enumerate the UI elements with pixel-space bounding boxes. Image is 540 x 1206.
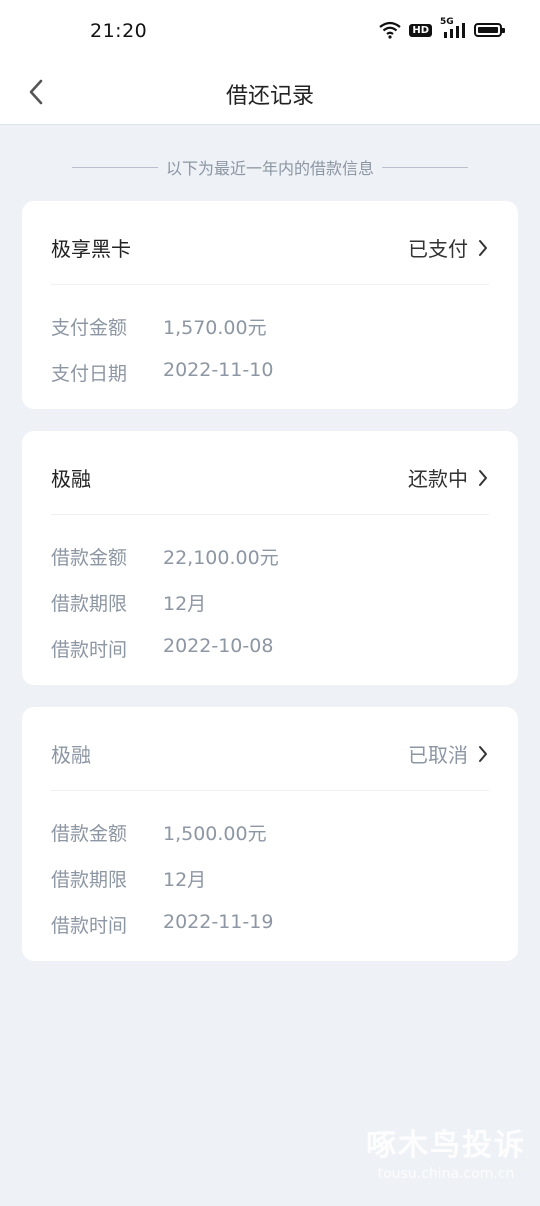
detail-row: 支付金额 1,570.00元 — [22, 307, 518, 353]
battery-icon — [474, 23, 505, 37]
card-rows: 借款金额 22,100.00元 借款期限 12月 借款时间 2022-10-08 — [22, 515, 518, 675]
chevron-right-icon — [479, 469, 487, 486]
page-title: 借还记录 — [225, 84, 314, 109]
status-text: 还款中 — [408, 467, 468, 491]
row-value: 2022-10-08 — [163, 635, 274, 657]
row-label: 借款金额 — [51, 823, 128, 845]
cellular-signal-icon: 5G — [440, 17, 466, 40]
status-text: 已取消 — [408, 743, 468, 767]
row-value: 2022-11-10 — [163, 359, 274, 381]
chevron-right-icon — [479, 239, 487, 256]
card-header: 极享黑卡 已支付 — [22, 201, 518, 285]
record-card-1[interactable]: 极享黑卡 已支付 支付金额 1,570.00元 支付日期 2022-11-10 — [22, 201, 518, 409]
row-value: 12月 — [163, 869, 207, 891]
row-value: 2022-11-19 — [163, 911, 274, 933]
row-value: 22,100.00元 — [163, 547, 279, 569]
card-title: 极融 — [51, 467, 91, 491]
row-label: 借款时间 — [51, 915, 128, 937]
row-label: 支付日期 — [51, 363, 128, 385]
row-label: 借款金额 — [51, 547, 128, 569]
card-title: 极融 — [51, 743, 91, 767]
network-type-label: 5G — [440, 17, 454, 27]
status-bar: 21:20 HD 5G — [0, 0, 540, 62]
card-title: 极享黑卡 — [51, 237, 131, 261]
card-header: 极融 还款中 — [22, 431, 518, 515]
record-card-3[interactable]: 极融 已取消 借款金额 1,500.00元 借款期限 12月 借款时间 2022… — [22, 707, 518, 961]
card-divider — [51, 790, 489, 791]
row-value: 1,500.00元 — [163, 823, 267, 845]
notice-text: 以下为最近一年内的借款信息 — [166, 159, 375, 178]
card-divider — [51, 514, 489, 515]
card-status[interactable]: 已取消 — [408, 739, 488, 768]
card-rows: 支付金额 1,570.00元 支付日期 2022-11-10 — [22, 285, 518, 399]
card-divider — [51, 284, 489, 285]
watermark-domain: tousu.china.com.cn — [377, 1166, 515, 1182]
row-label: 支付金额 — [51, 317, 128, 339]
detail-row: 支付日期 2022-11-10 — [22, 353, 518, 399]
card-status[interactable]: 还款中 — [408, 463, 488, 492]
wifi-icon — [379, 21, 402, 39]
status-time: 21:20 — [90, 20, 148, 42]
row-label: 借款期限 — [51, 869, 128, 891]
detail-row: 借款期限 12月 — [22, 859, 518, 905]
card-header: 极融 已取消 — [22, 707, 518, 791]
row-label: 借款时间 — [51, 639, 128, 661]
card-rows: 借款金额 1,500.00元 借款期限 12月 借款时间 2022-11-19 — [22, 791, 518, 951]
nav-bar: 借还记录 — [0, 62, 540, 125]
divider-line-right — [382, 166, 469, 168]
chevron-right-icon — [479, 745, 487, 762]
record-card-2[interactable]: 极融 还款中 借款金额 22,100.00元 借款期限 12月 借款时间 202… — [22, 431, 518, 685]
status-icons: HD 5G — [379, 17, 505, 40]
divider-line-left — [72, 166, 158, 168]
detail-row: 借款时间 2022-10-08 — [22, 629, 518, 675]
row-label: 借款期限 — [51, 593, 128, 615]
detail-row: 借款时间 2022-11-19 — [22, 905, 518, 951]
watermark: 啄木鸟投诉 tousu.china.com.cn — [366, 1120, 526, 1182]
card-status[interactable]: 已支付 — [408, 233, 488, 262]
status-text: 已支付 — [408, 237, 468, 261]
notice-divider: 以下为最近一年内的借款信息 — [72, 155, 469, 179]
watermark-brand: 啄木鸟投诉 — [366, 1128, 526, 1163]
detail-row: 借款金额 22,100.00元 — [22, 537, 518, 583]
detail-row: 借款金额 1,500.00元 — [22, 813, 518, 859]
row-value: 1,570.00元 — [163, 317, 267, 339]
detail-row: 借款期限 12月 — [22, 583, 518, 629]
row-value: 12月 — [163, 593, 207, 615]
hd-icon: HD — [409, 23, 432, 37]
